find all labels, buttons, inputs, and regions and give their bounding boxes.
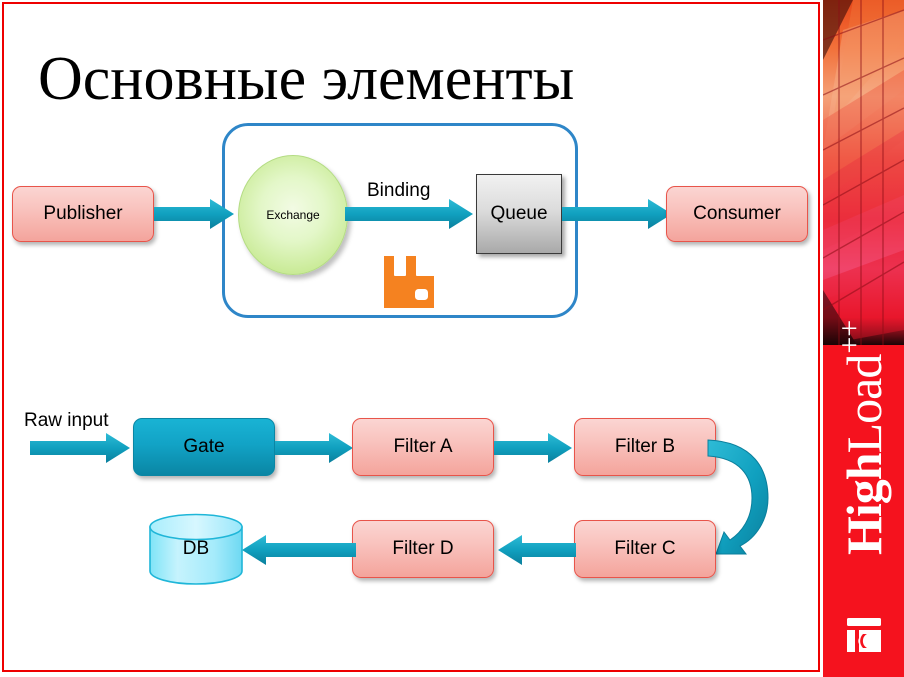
- rabbitmq-logo-icon: [382, 254, 436, 310]
- node-filter-b-label: Filter B: [614, 436, 676, 457]
- node-exchange[interactable]: Exchange: [238, 155, 348, 275]
- arrow-publisher-to-exchange: [154, 199, 234, 229]
- node-queue[interactable]: Queue: [476, 174, 562, 254]
- node-filter-d[interactable]: Filter D: [352, 520, 494, 578]
- arrow-gate-to-filter-a: [275, 433, 353, 463]
- highload-wordmark: High Load ++: [823, 235, 904, 555]
- highload-mark-icon: [847, 618, 881, 652]
- wordmark-load: Load: [835, 354, 892, 454]
- wordmark-high: High: [835, 453, 892, 555]
- node-gate-label: Gate: [183, 436, 225, 457]
- node-gate[interactable]: Gate: [133, 418, 275, 476]
- node-filter-c[interactable]: Filter C: [574, 520, 716, 578]
- node-filter-a[interactable]: Filter A: [352, 418, 494, 476]
- node-consumer[interactable]: Consumer: [666, 186, 808, 242]
- node-queue-label: Queue: [490, 203, 548, 224]
- branding-panel: High Load ++: [823, 0, 904, 677]
- node-filter-a-label: Filter A: [393, 436, 453, 457]
- slide-canvas: Основные элементы Publisher Exchange Bin…: [0, 0, 904, 677]
- arrow-exchange-to-queue: [345, 199, 473, 229]
- node-filter-b[interactable]: Filter B: [574, 418, 716, 476]
- node-publisher-label: Publisher: [43, 203, 123, 224]
- node-exchange-label: Exchange: [266, 208, 320, 222]
- arrow-input-to-gate: [30, 433, 130, 463]
- pipeline-input-label: Raw input: [24, 410, 109, 431]
- arrow-filter-c-to-filter-d: [498, 535, 576, 565]
- node-consumer-label: Consumer: [693, 203, 781, 224]
- arrow-filter-d-to-db: [242, 535, 356, 565]
- arrow-queue-to-consumer: [562, 199, 672, 229]
- page-title: Основные элементы: [38, 45, 575, 113]
- node-filter-d-label: Filter D: [392, 538, 454, 559]
- node-publisher[interactable]: Publisher: [12, 186, 154, 242]
- node-db-label: DB: [182, 538, 210, 559]
- arrow-filter-a-to-filter-b: [494, 433, 572, 463]
- wordmark-plus: ++: [832, 319, 866, 354]
- node-filter-c-label: Filter C: [614, 538, 676, 559]
